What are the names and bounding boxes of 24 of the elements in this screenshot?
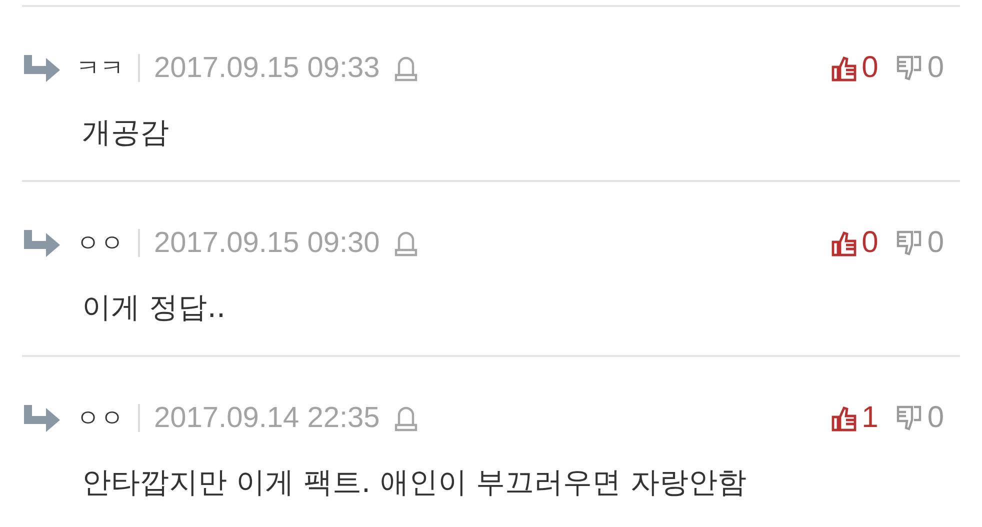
comment-text: 이게 정답.. (82, 289, 227, 326)
dislike-count: 0 (927, 401, 944, 435)
like-count: 1 (862, 401, 878, 435)
dislike-count: 0 (927, 226, 944, 260)
siren-icon (394, 404, 418, 432)
comment-date: 2017.09.15 09:30 (154, 226, 380, 260)
comment-date: 2017.09.15 09:33 (154, 52, 380, 84)
reply-arrow-icon (22, 53, 62, 83)
dislike-count: 0 (927, 51, 944, 85)
reply-arrow-icon (22, 403, 62, 433)
thumbs-up-icon[interactable] (830, 229, 859, 257)
comment-author: ㅋㅋ (76, 53, 124, 84)
like-count: 0 (862, 51, 878, 85)
thumbs-up-icon[interactable] (830, 54, 859, 82)
siren-icon (394, 229, 418, 257)
comment-text: 개공감 (82, 114, 170, 151)
reply-arrow-icon (22, 228, 62, 258)
like-count: 0 (862, 226, 878, 260)
thumbs-up-icon[interactable] (830, 404, 859, 432)
comment-date: 2017.09.14 22:35 (154, 402, 380, 434)
siren-icon (394, 54, 418, 82)
comment-author: ㅇㅇ (76, 228, 124, 259)
comment-text: 안타깝지만 이게 팩트. 애인이 부끄러우면 자랑안함 (82, 464, 748, 501)
comment-author: ㅇㅇ (76, 403, 124, 434)
